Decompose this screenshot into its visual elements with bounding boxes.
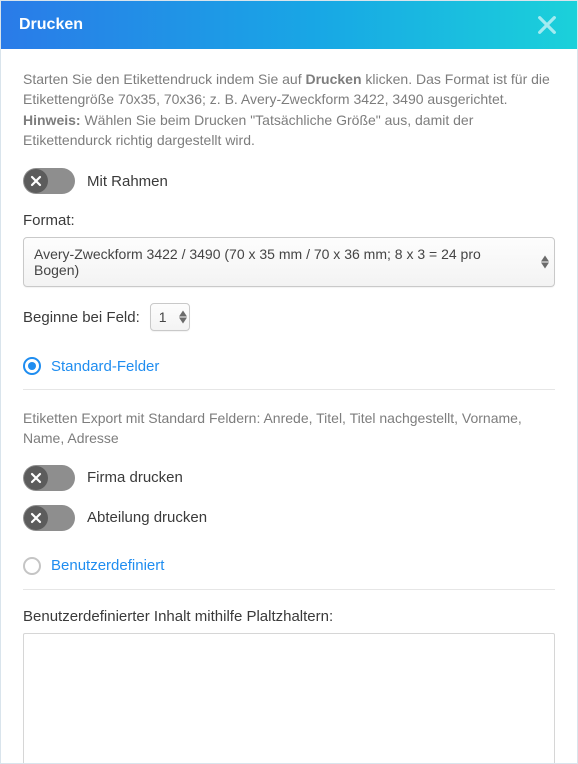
dialog-body: Starten Sie den Etikettendruck indem Sie… bbox=[1, 49, 577, 763]
toggle-stack: Firma drucken Abteilung drucken bbox=[23, 465, 555, 531]
print-dialog: Drucken Starten Sie den Etikettendruck i… bbox=[0, 0, 578, 764]
intro-hint-label: Hinweis: bbox=[23, 112, 81, 128]
radio-standard-label: Standard-Felder bbox=[51, 358, 159, 375]
radio-icon-checked bbox=[23, 357, 41, 375]
standard-fields-desc: Etiketten Export mit Standard Feldern: A… bbox=[23, 408, 555, 449]
radio-custom[interactable]: Benutzerdefiniert bbox=[23, 557, 555, 575]
close-icon bbox=[536, 14, 558, 36]
department-toggle-label: Abteilung drucken bbox=[87, 509, 207, 526]
format-label: Format: bbox=[23, 212, 555, 229]
toggle-row-department: Abteilung drucken bbox=[23, 505, 555, 531]
format-select-wrap: Avery-Zweckform 3422 / 3490 (70 x 35 mm … bbox=[23, 237, 555, 287]
toggle-row-company: Firma drucken bbox=[23, 465, 555, 491]
frame-toggle[interactable] bbox=[23, 168, 75, 194]
custom-content-label: Benutzerdefinierter Inhalt mithilfe Plal… bbox=[23, 608, 555, 625]
dialog-title: Drucken bbox=[19, 16, 83, 34]
department-toggle[interactable] bbox=[23, 505, 75, 531]
start-field-row: Beginne bei Feld: 1 bbox=[23, 303, 555, 331]
intro-text: Starten Sie den Etikettendruck indem Sie… bbox=[23, 69, 555, 150]
radio-standard[interactable]: Standard-Felder bbox=[23, 357, 555, 375]
dialog-header: Drucken bbox=[1, 1, 577, 49]
x-icon bbox=[30, 472, 42, 484]
x-icon bbox=[30, 175, 42, 187]
toggle-knob bbox=[24, 169, 48, 193]
format-select-value: Avery-Zweckform 3422 / 3490 (70 x 35 mm … bbox=[34, 246, 481, 278]
start-field-value: 1 bbox=[159, 309, 167, 325]
intro-hint-text: Wählen Sie beim Drucken "Tatsächliche Gr… bbox=[23, 112, 473, 148]
separator bbox=[23, 589, 555, 590]
frame-toggle-label: Mit Rahmen bbox=[87, 173, 168, 190]
toggle-knob bbox=[24, 466, 48, 490]
toggle-knob bbox=[24, 506, 48, 530]
close-button[interactable] bbox=[535, 13, 559, 37]
format-select[interactable]: Avery-Zweckform 3422 / 3490 (70 x 35 mm … bbox=[23, 237, 555, 287]
start-field-label: Beginne bei Feld: bbox=[23, 309, 140, 326]
start-field-select[interactable]: 1 bbox=[150, 303, 190, 331]
intro-pre: Starten Sie den Etikettendruck indem Sie… bbox=[23, 71, 306, 87]
intro-bold: Drucken bbox=[306, 71, 362, 87]
company-toggle-label: Firma drucken bbox=[87, 469, 183, 486]
custom-content-textarea[interactable] bbox=[23, 633, 555, 763]
radio-custom-label: Benutzerdefiniert bbox=[51, 557, 164, 574]
company-toggle[interactable] bbox=[23, 465, 75, 491]
radio-icon-unchecked bbox=[23, 557, 41, 575]
x-icon bbox=[30, 512, 42, 524]
start-field-select-wrap: 1 bbox=[150, 303, 190, 331]
toggle-row-frame: Mit Rahmen bbox=[23, 168, 555, 194]
separator bbox=[23, 389, 555, 390]
